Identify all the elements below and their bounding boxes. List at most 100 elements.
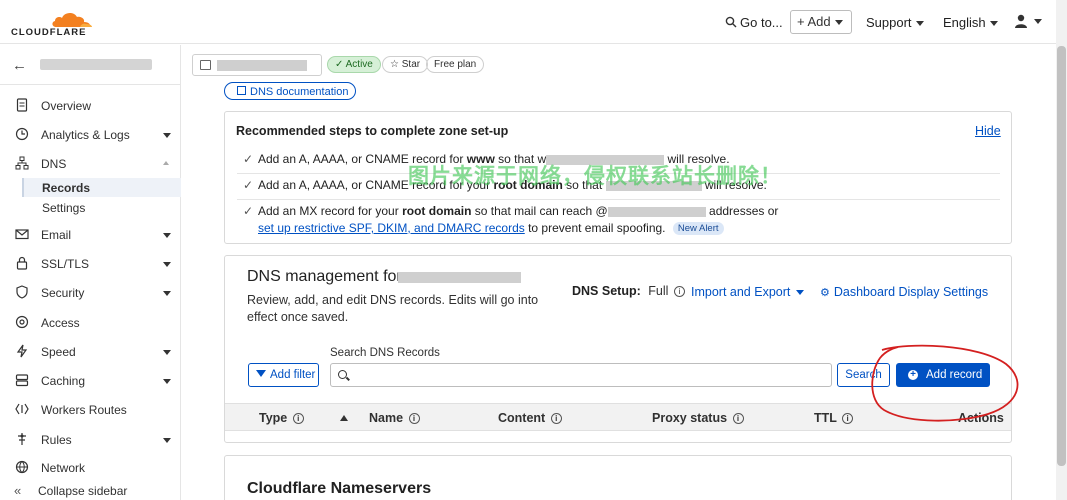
language-label: English <box>943 15 986 30</box>
sidebar-item-email[interactable]: Email <box>0 224 181 246</box>
chevron-down-icon <box>163 262 171 267</box>
check-icon: ✓ <box>243 204 254 218</box>
dns-documentation-label: DNS documentation <box>250 86 349 98</box>
star-button[interactable]: ☆ Star <box>382 56 429 73</box>
red-annotation-circle <box>871 344 1019 422</box>
sidebar-item-label: Email <box>41 228 72 242</box>
sidebar-item-workers-routes[interactable]: Workers Routes <box>0 399 181 421</box>
page-scrollbar[interactable] <box>1056 0 1067 500</box>
step-text: Add an MX record for your <box>258 204 399 218</box>
sidebar-item-label: Security <box>41 286 85 300</box>
column-header-type[interactable]: Type i <box>259 411 304 425</box>
dns-setup-status: DNS Setup: Full i <box>572 284 685 298</box>
sidebar-item-caching[interactable]: Caching <box>0 370 181 392</box>
info-icon: i <box>292 413 304 425</box>
workers-icon <box>15 403 29 415</box>
cloudflare-logo[interactable]: CLOUDFLARE <box>11 7 92 38</box>
domain-redacted <box>607 206 706 217</box>
dashboard-display-settings-label: Dashboard Display Settings <box>833 285 989 299</box>
zone-selector[interactable] <box>192 54 322 76</box>
sidebar-subitem-records[interactable]: Records <box>22 178 181 197</box>
goto-button[interactable]: Go to... <box>725 14 783 32</box>
sidebar-item-security[interactable]: Security <box>0 282 181 304</box>
user-icon[interactable] <box>1014 14 1028 28</box>
search-icon <box>725 16 737 28</box>
sidebar-item-speed[interactable]: Speed <box>0 341 181 363</box>
book-icon <box>237 86 246 95</box>
column-header-proxy-status[interactable]: Proxy status i <box>652 411 744 425</box>
column-header-ttl[interactable]: TTL i <box>814 411 854 425</box>
search-dns-records-input[interactable] <box>330 363 832 387</box>
gear-icon: ⚙ <box>820 287 830 299</box>
star-icon: ☆ <box>390 59 399 70</box>
steps-title: Recommended steps to complete zone set-u… <box>236 124 509 138</box>
sidebar-item-label: Analytics & Logs <box>41 128 130 142</box>
sidebar-item-dns[interactable]: DNS <box>0 153 181 175</box>
hide-steps-link[interactable]: Hide <box>975 124 1001 138</box>
back-arrow-icon[interactable]: ← <box>12 57 27 74</box>
nameservers-title: Cloudflare Nameservers <box>247 480 432 497</box>
email-icon <box>15 229 29 240</box>
sidebar-item-label: Workers Routes <box>41 403 127 417</box>
sidebar-item-analytics[interactable]: Analytics & Logs <box>0 124 181 146</box>
sidebar-item-ssl-tls[interactable]: SSL/TLS <box>0 253 181 275</box>
support-menu[interactable]: Support <box>866 14 924 32</box>
chevron-down-icon <box>163 350 171 355</box>
sidebar-item-access[interactable]: Access <box>0 312 181 334</box>
sidebar-item-overview[interactable]: Overview <box>0 95 181 117</box>
goto-label: Go to... <box>740 15 783 30</box>
check-icon: ✓ <box>243 178 254 192</box>
status-badge: ✓ Active <box>327 56 381 73</box>
info-icon: i <box>732 413 744 425</box>
top-bar: CLOUDFLARE Go to... + Add Support Englis… <box>0 0 1056 44</box>
cloudflare-cloud-icon <box>52 12 92 27</box>
server-icon <box>15 374 29 387</box>
dns-documentation-link[interactable]: DNS documentation <box>224 82 356 100</box>
window-icon <box>200 60 211 70</box>
sort-ascending-icon[interactable] <box>340 415 348 421</box>
import-export-label: Import and Export <box>691 285 791 299</box>
scrollbar-thumb[interactable] <box>1057 46 1066 466</box>
network-icon <box>15 156 29 170</box>
rules-icon <box>18 433 26 445</box>
sidebar-item-label: Overview <box>41 99 92 113</box>
sidebar-item-network[interactable]: Network <box>0 457 181 474</box>
info-icon: i <box>408 413 420 425</box>
step-text: addresses or <box>709 204 779 218</box>
chevron-up-icon <box>163 161 169 165</box>
account-name-redacted <box>40 59 152 70</box>
dns-setup-label: DNS Setup: <box>572 284 641 298</box>
info-icon[interactable]: i <box>673 286 685 298</box>
language-menu[interactable]: English <box>943 14 998 32</box>
import-export-menu[interactable]: Import and Export <box>691 285 805 299</box>
access-icon <box>15 315 29 329</box>
zone-name-redacted <box>398 272 521 283</box>
column-header-content[interactable]: Content i <box>498 411 562 425</box>
sidebar-subitem-label: Settings <box>42 201 86 215</box>
collapse-sidebar-label: Collapse sidebar <box>38 484 128 498</box>
support-label: Support <box>866 15 912 30</box>
plan-badge[interactable]: Free plan <box>426 56 485 73</box>
add-label: Add <box>807 14 831 29</box>
add-menu-button[interactable]: + Add <box>790 10 852 34</box>
dashboard-display-settings-link[interactable]: ⚙ Dashboard Display Settings <box>820 285 988 299</box>
double-chevron-left-icon: « <box>14 483 22 498</box>
column-header-name[interactable]: Name i <box>369 411 420 425</box>
divider <box>237 199 1000 200</box>
dns-setup-value: Full <box>648 284 669 298</box>
sidebar-item-label: Network <box>41 461 86 474</box>
user-menu-chevron-icon[interactable] <box>1034 19 1042 24</box>
plan-label: Free plan <box>434 59 477 70</box>
search-label: Search DNS Records <box>330 347 440 359</box>
email-security-link[interactable]: set up restrictive SPF, DKIM, and DMARC … <box>258 221 525 235</box>
add-filter-button[interactable]: Add filter <box>248 363 319 387</box>
sidebar-item-label: Speed <box>41 345 76 359</box>
sidebar-item-rules[interactable]: Rules <box>0 429 181 451</box>
sidebar-item-label: SSL/TLS <box>41 257 90 271</box>
collapse-sidebar-button[interactable]: « Collapse sidebar <box>0 482 181 500</box>
check-icon: ✓ <box>335 59 344 70</box>
sidebar: ← Overview Analytics & Logs DNS Records … <box>0 45 181 500</box>
new-alert-badge: New Alert <box>672 222 724 236</box>
sidebar-subitem-settings[interactable]: Settings <box>22 198 181 217</box>
sidebar-item-label: Access <box>41 316 80 330</box>
